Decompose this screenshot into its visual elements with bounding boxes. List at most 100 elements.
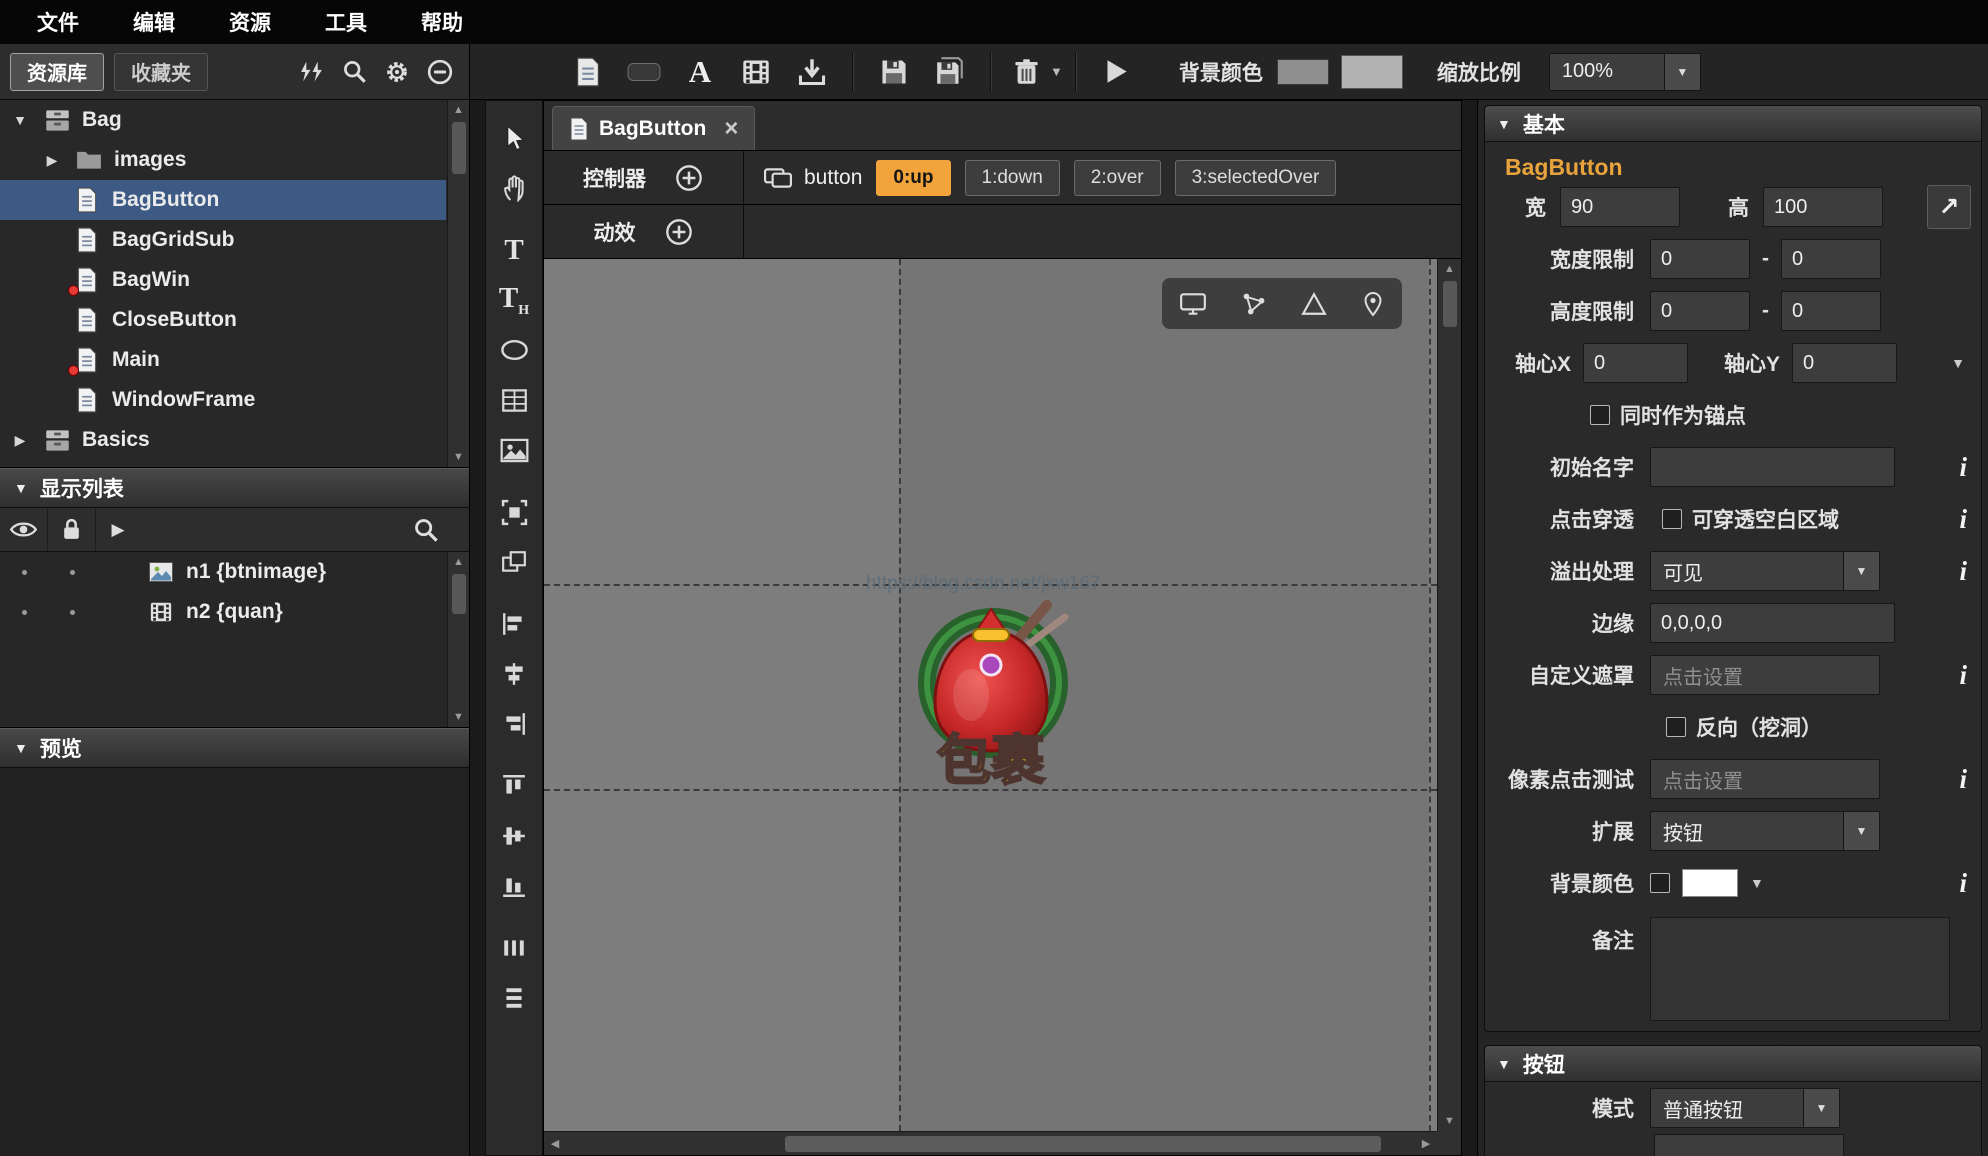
collapse-all-icon[interactable] bbox=[427, 59, 453, 85]
align-right-button[interactable] bbox=[490, 699, 538, 749]
background-color-preview[interactable] bbox=[1341, 55, 1403, 89]
tab-favorites[interactable]: 收藏夹 bbox=[114, 53, 208, 91]
collapse-arrow-icon[interactable]: ▼ bbox=[14, 480, 28, 496]
custom-mask-button[interactable]: 点击设置 bbox=[1650, 655, 1880, 695]
info-icon[interactable]: i bbox=[1959, 452, 1967, 483]
chevron-down-icon[interactable]: ▼ bbox=[1803, 1089, 1839, 1127]
scroll-down-icon[interactable]: ▼ bbox=[448, 707, 469, 727]
tree-item-baggridsub[interactable]: BagGridSub bbox=[0, 220, 446, 260]
search-icon[interactable] bbox=[413, 517, 439, 543]
guide-line-vertical[interactable] bbox=[1429, 259, 1431, 1131]
distribute-horizontal-button[interactable] bbox=[490, 923, 538, 973]
lock-dot[interactable] bbox=[70, 570, 75, 575]
display-list-item-n2[interactable]: n2 {quan} bbox=[0, 592, 446, 632]
info-icon[interactable]: i bbox=[1959, 764, 1967, 795]
button-section-header[interactable]: ▼ 按钮 bbox=[1485, 1046, 1981, 1082]
initial-name-input[interactable] bbox=[1650, 447, 1895, 487]
align-left-button[interactable] bbox=[490, 599, 538, 649]
clipped-dropdown[interactable] bbox=[1654, 1134, 1844, 1156]
screen-icon[interactable] bbox=[1179, 292, 1207, 316]
expand-arrow-icon[interactable]: ▼ bbox=[8, 112, 32, 128]
display-list-item-n1[interactable]: n1 {btnimage} bbox=[0, 552, 446, 592]
tree-scrollbar[interactable]: ▲ ▼ bbox=[447, 100, 469, 467]
save-button[interactable] bbox=[866, 50, 922, 94]
document-tab-bagbutton[interactable]: BagButton × bbox=[552, 106, 755, 150]
collapsed-arrow-icon[interactable]: ▶ bbox=[8, 432, 32, 449]
info-icon[interactable]: i bbox=[1959, 504, 1967, 535]
zoom-dropdown[interactable]: 100% ▼ bbox=[1549, 53, 1701, 91]
menu-edit[interactable]: 编辑 bbox=[106, 0, 202, 44]
scroll-down-icon[interactable]: ▼ bbox=[1438, 1111, 1461, 1131]
scroll-up-icon[interactable]: ▲ bbox=[1438, 259, 1461, 279]
align-middle-vertical-button[interactable] bbox=[490, 811, 538, 861]
delete-dropdown-icon[interactable]: ▼ bbox=[1050, 64, 1063, 79]
triangle-icon[interactable] bbox=[1301, 292, 1327, 316]
remark-textarea[interactable] bbox=[1650, 917, 1950, 1021]
scroll-down-icon[interactable]: ▼ bbox=[448, 447, 469, 467]
collapse-arrow-icon[interactable]: ▼ bbox=[1497, 1056, 1511, 1072]
info-icon[interactable]: i bbox=[1959, 868, 1967, 899]
delete-button[interactable] bbox=[1004, 50, 1048, 94]
tree-item-images-folder[interactable]: ▶ images bbox=[0, 140, 446, 180]
scroll-up-icon[interactable]: ▲ bbox=[448, 552, 469, 572]
display-list-scrollbar[interactable]: ▲ ▼ bbox=[447, 552, 469, 727]
chevron-down-icon[interactable]: ▼ bbox=[1951, 355, 1965, 371]
height-limit-min-input[interactable] bbox=[1650, 291, 1750, 331]
mode-dropdown[interactable]: 普通按钮 ▼ bbox=[1650, 1088, 1840, 1128]
state-button-down[interactable]: 1:down bbox=[965, 160, 1060, 196]
width-limit-max-input[interactable] bbox=[1781, 239, 1881, 279]
shape-tool[interactable] bbox=[490, 325, 538, 375]
text-tool[interactable]: T bbox=[490, 225, 538, 275]
tree-item-bag-package[interactable]: ▼ Bag bbox=[0, 100, 446, 140]
menu-resource[interactable]: 资源 bbox=[202, 0, 298, 44]
loader-tool[interactable] bbox=[490, 487, 538, 537]
add-controller-button[interactable] bbox=[674, 163, 704, 193]
margin-input[interactable] bbox=[1650, 603, 1895, 643]
resize-arrow-button[interactable]: ↗ bbox=[1927, 185, 1971, 229]
lock-column-button[interactable] bbox=[48, 508, 96, 551]
new-image-button[interactable] bbox=[616, 50, 672, 94]
collapse-arrow-icon[interactable]: ▼ bbox=[14, 740, 28, 756]
visibility-dot[interactable] bbox=[22, 570, 27, 575]
lightning-icon[interactable] bbox=[298, 60, 325, 84]
menu-help[interactable]: 帮助 bbox=[394, 0, 490, 44]
scrollbar-thumb[interactable] bbox=[1443, 281, 1457, 327]
state-button-selectedover[interactable]: 3:selectedOver bbox=[1175, 160, 1337, 196]
display-list-header[interactable]: ▼ 显示列表 bbox=[0, 468, 469, 508]
info-icon[interactable]: i bbox=[1959, 660, 1967, 691]
chevron-down-icon[interactable]: ▼ bbox=[1664, 54, 1700, 90]
tree-item-closebutton[interactable]: CloseButton bbox=[0, 300, 446, 340]
pivot-y-input[interactable] bbox=[1792, 343, 1897, 383]
new-text-button[interactable]: A bbox=[672, 50, 728, 94]
extension-dropdown[interactable]: 按钮 ▼ bbox=[1650, 811, 1880, 851]
align-top-button[interactable] bbox=[490, 761, 538, 811]
menu-file[interactable]: 文件 bbox=[10, 0, 106, 44]
chevron-down-icon[interactable]: ▼ bbox=[1843, 812, 1879, 850]
tree-item-bagbutton[interactable]: BagButton bbox=[0, 180, 446, 220]
chevron-down-icon[interactable]: ▼ bbox=[1750, 875, 1764, 891]
add-effect-button[interactable] bbox=[664, 217, 694, 247]
width-limit-min-input[interactable] bbox=[1650, 239, 1750, 279]
info-icon[interactable]: i bbox=[1959, 556, 1967, 587]
search-icon[interactable] bbox=[342, 59, 367, 84]
visibility-column-button[interactable] bbox=[0, 508, 48, 551]
width-input[interactable] bbox=[1560, 187, 1680, 227]
canvas-vertical-scrollbar[interactable]: ▲ ▼ bbox=[1437, 259, 1461, 1131]
close-icon[interactable]: × bbox=[724, 117, 738, 141]
basic-section-header[interactable]: ▼ 基本 bbox=[1485, 106, 1981, 142]
tree-item-basics-package[interactable]: ▶ Basics bbox=[0, 420, 446, 460]
collapsed-arrow-icon[interactable]: ▶ bbox=[40, 152, 64, 169]
bg-color-checkbox[interactable] bbox=[1650, 873, 1670, 893]
pixel-hit-test-button[interactable]: 点击设置 bbox=[1650, 759, 1880, 799]
visibility-dot[interactable] bbox=[22, 610, 27, 615]
save-all-button[interactable] bbox=[922, 50, 978, 94]
import-button[interactable] bbox=[784, 50, 840, 94]
relations-icon[interactable] bbox=[1241, 291, 1267, 317]
scrollbar-thumb[interactable] bbox=[452, 122, 466, 174]
controller-button-entry[interactable]: button bbox=[764, 166, 862, 190]
tab-resource-library[interactable]: 资源库 bbox=[10, 53, 104, 91]
chevron-down-icon[interactable]: ▼ bbox=[1843, 552, 1879, 590]
bag-button-object[interactable]: 包裹 bbox=[899, 599, 1083, 789]
preview-header[interactable]: ▼ 预览 bbox=[0, 728, 469, 768]
overflow-dropdown[interactable]: 可见 ▼ bbox=[1650, 551, 1880, 591]
